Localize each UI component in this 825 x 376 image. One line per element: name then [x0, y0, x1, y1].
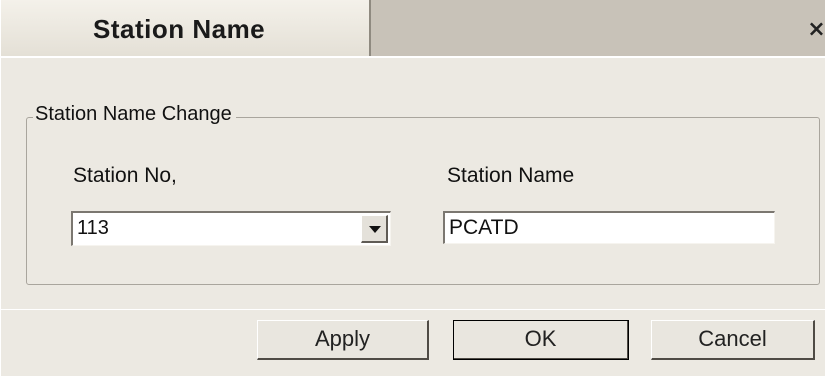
station-name-dialog: Station Name × Station Name Change Stati…: [0, 0, 825, 376]
dialog-title: Station Name: [93, 14, 266, 44]
station-no-value: 113: [77, 217, 109, 239]
button-divider: [1, 309, 825, 310]
title-bar: Station Name ×: [1, 0, 825, 56]
ok-button[interactable]: OK: [453, 320, 629, 360]
chevron-down-icon: [369, 226, 381, 233]
close-icon[interactable]: ×: [807, 16, 825, 44]
station-no-dropdown[interactable]: 113: [71, 211, 391, 246]
cancel-button[interactable]: Cancel: [651, 320, 815, 360]
dropdown-arrow-button[interactable]: [361, 215, 388, 243]
group-legend: Station Name Change: [33, 103, 236, 126]
station-name-input[interactable]: [443, 211, 775, 244]
title-tab: Station Name: [1, 0, 371, 56]
apply-button[interactable]: Apply: [257, 320, 429, 360]
station-name-change-group: [26, 117, 820, 285]
station-name-label: Station Name: [447, 164, 575, 187]
title-divider: [1, 56, 825, 58]
station-no-label: Station No,: [73, 164, 177, 187]
